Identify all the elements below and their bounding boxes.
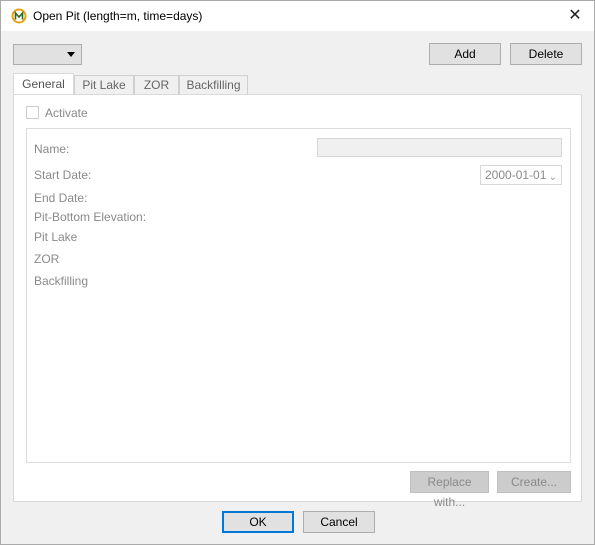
pit-selector-dropdown[interactable] <box>13 44 82 65</box>
replace-with-button[interactable]: Replace with... <box>410 471 489 509</box>
start-date-picker[interactable]: 2000-01-01 ⌄ <box>480 165 562 185</box>
tab-backfilling[interactable]: Backfilling <box>179 75 248 95</box>
add-button[interactable]: Add <box>429 43 501 65</box>
activate-label: Activate <box>45 106 88 120</box>
start-date-value: 2000-01-01 <box>485 168 547 182</box>
delete-button[interactable]: Delete <box>510 43 582 65</box>
settings-group: Name: Start Date: 2000-01-01 ⌄ End Date:… <box>26 128 571 463</box>
name-label: Name: <box>34 142 70 156</box>
tab-pit-lake[interactable]: Pit Lake <box>74 75 134 95</box>
open-pit-dialog: Open Pit (length=m, time=days) ✕ Add Del… <box>0 0 595 545</box>
pit-bottom-elevation-label: Pit-Bottom Elevation: <box>34 210 147 224</box>
zor-label: ZOR <box>34 252 60 266</box>
backfilling-label: Backfilling <box>34 274 89 288</box>
chevron-down-icon: ⌄ <box>548 172 557 183</box>
name-field[interactable] <box>317 138 562 157</box>
pit-lake-label: Pit Lake <box>34 230 78 244</box>
tab-zor[interactable]: ZOR <box>134 75 179 95</box>
create-button[interactable]: Create... <box>497 471 571 493</box>
chevron-down-icon <box>67 52 75 57</box>
end-date-label: End Date: <box>34 191 88 205</box>
general-tab-panel: Activate Name: Start Date: 2000-01-01 ⌄ … <box>13 94 582 509</box>
start-date-label: Start Date: <box>34 168 92 182</box>
activate-checkbox-row[interactable]: Activate <box>26 106 88 120</box>
window-title: Open Pit (length=m, time=days) <box>33 9 203 23</box>
title-bar: Open Pit (length=m, time=days) ✕ <box>1 1 594 31</box>
cancel-button[interactable]: Cancel <box>303 511 375 533</box>
app-logo-icon <box>11 8 27 24</box>
activate-checkbox[interactable] <box>26 106 39 119</box>
tab-general[interactable]: General <box>13 73 74 95</box>
ok-button[interactable]: OK <box>222 511 294 533</box>
close-icon[interactable]: ✕ <box>564 5 586 27</box>
